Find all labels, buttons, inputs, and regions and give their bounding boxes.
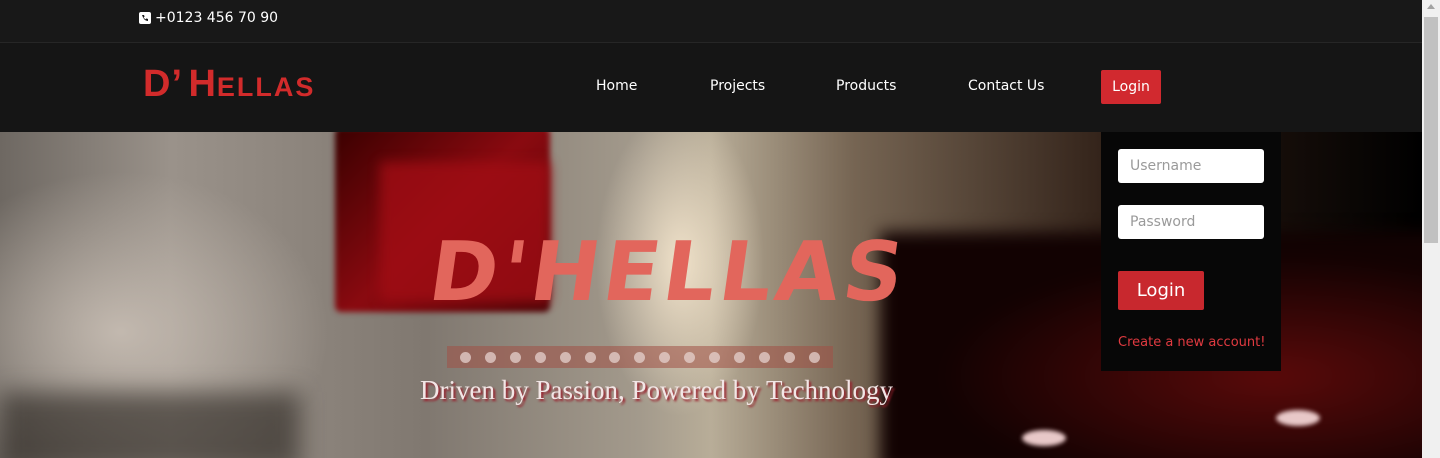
phone-icon [139,12,151,24]
divider-dot [734,351,746,363]
hero-tagline: Driven by Passion, Powered by Technology [420,375,894,405]
hero-title: D'HELLAS [423,225,914,320]
divider-dot [559,351,571,363]
vertical-scrollbar[interactable] [1422,0,1440,458]
divider-dot [759,351,771,363]
logo-name-rest: ELLAS [216,72,316,102]
divider-dot [659,351,671,363]
login-dropdown-panel: Login Create a new account! [1101,132,1281,371]
hero-light-2 [1276,410,1320,426]
logo-initial: D [143,63,172,105]
nav-projects[interactable]: Projects [710,78,765,94]
main-navbar: D’ HELLAS Home Projects Products Contact… [0,43,1422,132]
nav-products[interactable]: Products [836,78,896,94]
hero-background-floor [0,392,300,458]
divider-dot [684,351,696,363]
logo-name-first: H [188,63,217,105]
site-logo[interactable]: D’ HELLAS [143,65,315,103]
create-account-link[interactable]: Create a new account! [1118,335,1265,350]
divider-dot [709,351,721,363]
divider-dot [459,351,471,363]
divider-dot [509,351,521,363]
nav-login-button[interactable]: Login [1101,70,1161,104]
divider-dot [808,351,820,363]
phone-number: +0123 456 70 90 [155,10,279,26]
divider-dot [609,351,621,363]
divider-dot [783,351,795,363]
scroll-up-arrow-icon[interactable] [1427,4,1435,9]
logo-apostrophe: ’ [171,63,184,105]
hero-dots-divider [447,346,833,368]
top-bar: +0123 456 70 90 [0,0,1422,43]
divider-dot [484,351,496,363]
login-submit-button[interactable]: Login [1118,271,1204,310]
divider-dot [634,351,646,363]
scroll-thumb[interactable] [1424,17,1438,243]
divider-dot [584,351,596,363]
divider-dot [534,351,546,363]
username-input[interactable] [1118,149,1264,183]
nav-contact-us[interactable]: Contact Us [968,78,1044,94]
hero-light-1 [1022,430,1066,446]
phone-contact: +0123 456 70 90 [139,10,278,26]
nav-home[interactable]: Home [596,78,637,94]
password-input[interactable] [1118,205,1264,239]
